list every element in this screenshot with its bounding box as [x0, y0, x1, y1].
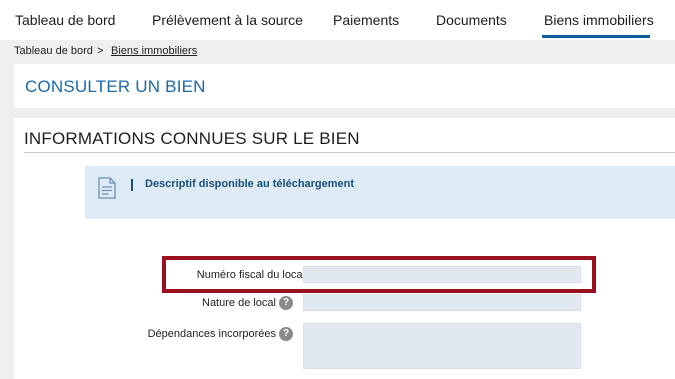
help-icon-nature-de-local[interactable]: ? — [279, 296, 293, 310]
dependances-field — [303, 323, 581, 369]
download-description-link[interactable]: Descriptif disponible au téléchargement — [145, 178, 354, 190]
breadcrumb-current[interactable]: Biens immobiliers — [111, 45, 197, 57]
tab-prelevement-a-la-source[interactable]: Prélèvement à la source — [152, 12, 303, 28]
breadcrumb: Tableau de bord > Biens immobiliers — [0, 40, 675, 64]
field-label-nature-de-local: Nature de local — [202, 297, 276, 309]
download-info-box: Descriptif disponible au téléchargement — [85, 166, 675, 219]
top-navigation: Tableau de bord Prélèvement à la source … — [0, 0, 675, 40]
tab-paiements[interactable]: Paiements — [333, 12, 399, 28]
field-label-dependances: Dépendances incorporées — [147, 328, 276, 340]
document-icon — [98, 177, 116, 199]
help-icon-dependances[interactable]: ? — [279, 327, 293, 341]
property-info-card: INFORMATIONS CONNUES SUR LE BIEN Descrip… — [14, 118, 675, 379]
highlight-box — [162, 256, 596, 293]
breadcrumb-home[interactable]: Tableau de bord — [14, 45, 93, 57]
info-accent-bar — [131, 179, 133, 191]
active-tab-indicator — [542, 35, 650, 38]
breadcrumb-separator: > — [97, 45, 104, 57]
page-header-card: CONSULTER UN BIEN — [14, 64, 675, 108]
tab-tableau-de-bord[interactable]: Tableau de bord — [15, 12, 115, 28]
page-title: CONSULTER UN BIEN — [25, 77, 206, 96]
section-divider — [24, 152, 675, 153]
nature-de-local-field — [303, 294, 581, 311]
section-title: INFORMATIONS CONNUES SUR LE BIEN — [24, 129, 360, 148]
tab-documents[interactable]: Documents — [436, 12, 507, 28]
tab-biens-immobiliers[interactable]: Biens immobiliers — [544, 12, 654, 28]
